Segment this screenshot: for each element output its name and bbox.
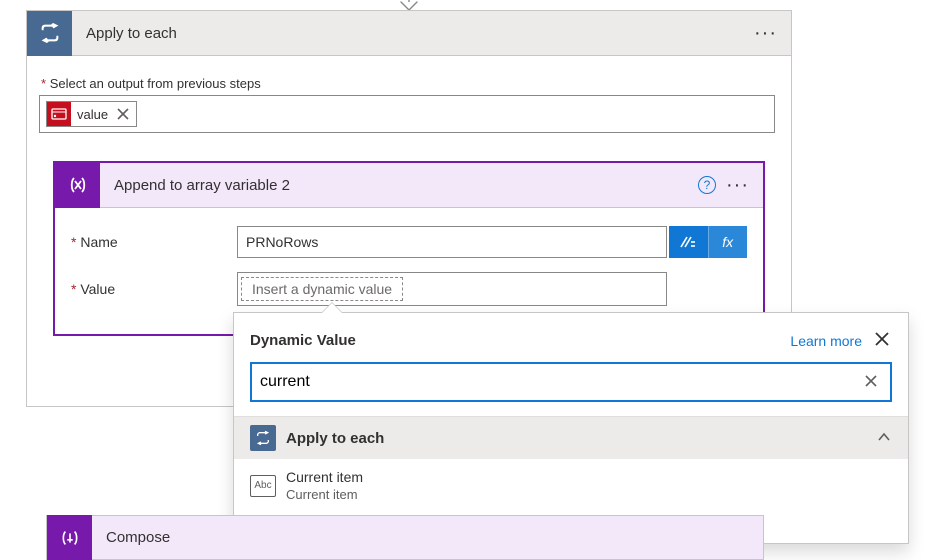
value-chip[interactable]: value <box>46 101 137 127</box>
compose-title: Compose <box>92 529 763 546</box>
variable-icon <box>55 163 100 208</box>
select-output-input[interactable]: value <box>39 95 775 133</box>
append-to-array-card: Append to array variable 2 ? ··· * Name <box>53 161 765 336</box>
value-row: * Value Insert a dynamic value <box>71 272 747 306</box>
loop-icon <box>250 425 276 451</box>
name-label: * Name <box>71 234 237 250</box>
chevron-up-icon[interactable] <box>876 429 892 448</box>
dynamic-content-button[interactable] <box>669 226 708 258</box>
name-input[interactable] <box>237 226 667 258</box>
select-output-label-text: Select an output from previous steps <box>50 76 261 91</box>
clear-search-icon[interactable] <box>860 370 882 395</box>
apply-to-each-title: Apply to each <box>72 25 754 42</box>
section-title: Apply to each <box>286 430 866 447</box>
apply-to-each-more-button[interactable]: ··· <box>754 23 777 43</box>
result-section-header[interactable]: Apply to each <box>234 417 908 459</box>
compose-card[interactable]: Compose <box>46 515 764 560</box>
apply-to-each-header[interactable]: Apply to each ··· <box>27 11 791 56</box>
value-label: * Value <box>71 281 237 297</box>
abc-icon: Abc <box>250 475 276 497</box>
sql-icon <box>47 102 71 126</box>
result-text: Current item Current item <box>286 469 363 503</box>
append-more-button[interactable]: ··· <box>726 175 749 195</box>
help-icon[interactable]: ? <box>698 176 716 194</box>
append-header[interactable]: Append to array variable 2 ? ··· <box>55 163 763 208</box>
value-placeholder-chip[interactable]: Insert a dynamic value <box>241 277 403 301</box>
value-chip-remove[interactable] <box>114 105 132 123</box>
dynamic-value-popover: Dynamic Value Learn more Apply to each <box>233 312 909 544</box>
search-wrap <box>234 362 908 416</box>
result-secondary: Current item <box>286 487 363 503</box>
value-chip-label: value <box>77 107 108 122</box>
popover-title: Dynamic Value <box>250 332 790 349</box>
search-box[interactable] <box>250 362 892 402</box>
loop-icon <box>27 11 72 56</box>
expression-buttons: fx <box>669 226 747 258</box>
fx-button[interactable]: fx <box>708 226 748 258</box>
append-title: Append to array variable 2 <box>100 177 698 194</box>
search-input[interactable] <box>260 373 860 391</box>
close-icon[interactable] <box>872 329 892 352</box>
result-primary: Current item <box>286 469 363 487</box>
value-input[interactable]: Insert a dynamic value <box>237 272 667 306</box>
result-item-current-item[interactable]: Abc Current item Current item <box>234 459 908 513</box>
compose-icon <box>47 515 92 560</box>
popover-header: Dynamic Value Learn more <box>234 313 908 362</box>
learn-more-link[interactable]: Learn more <box>790 333 862 349</box>
name-row: * Name fx <box>71 226 747 258</box>
select-output-label: * Select an output from previous steps <box>39 76 779 91</box>
